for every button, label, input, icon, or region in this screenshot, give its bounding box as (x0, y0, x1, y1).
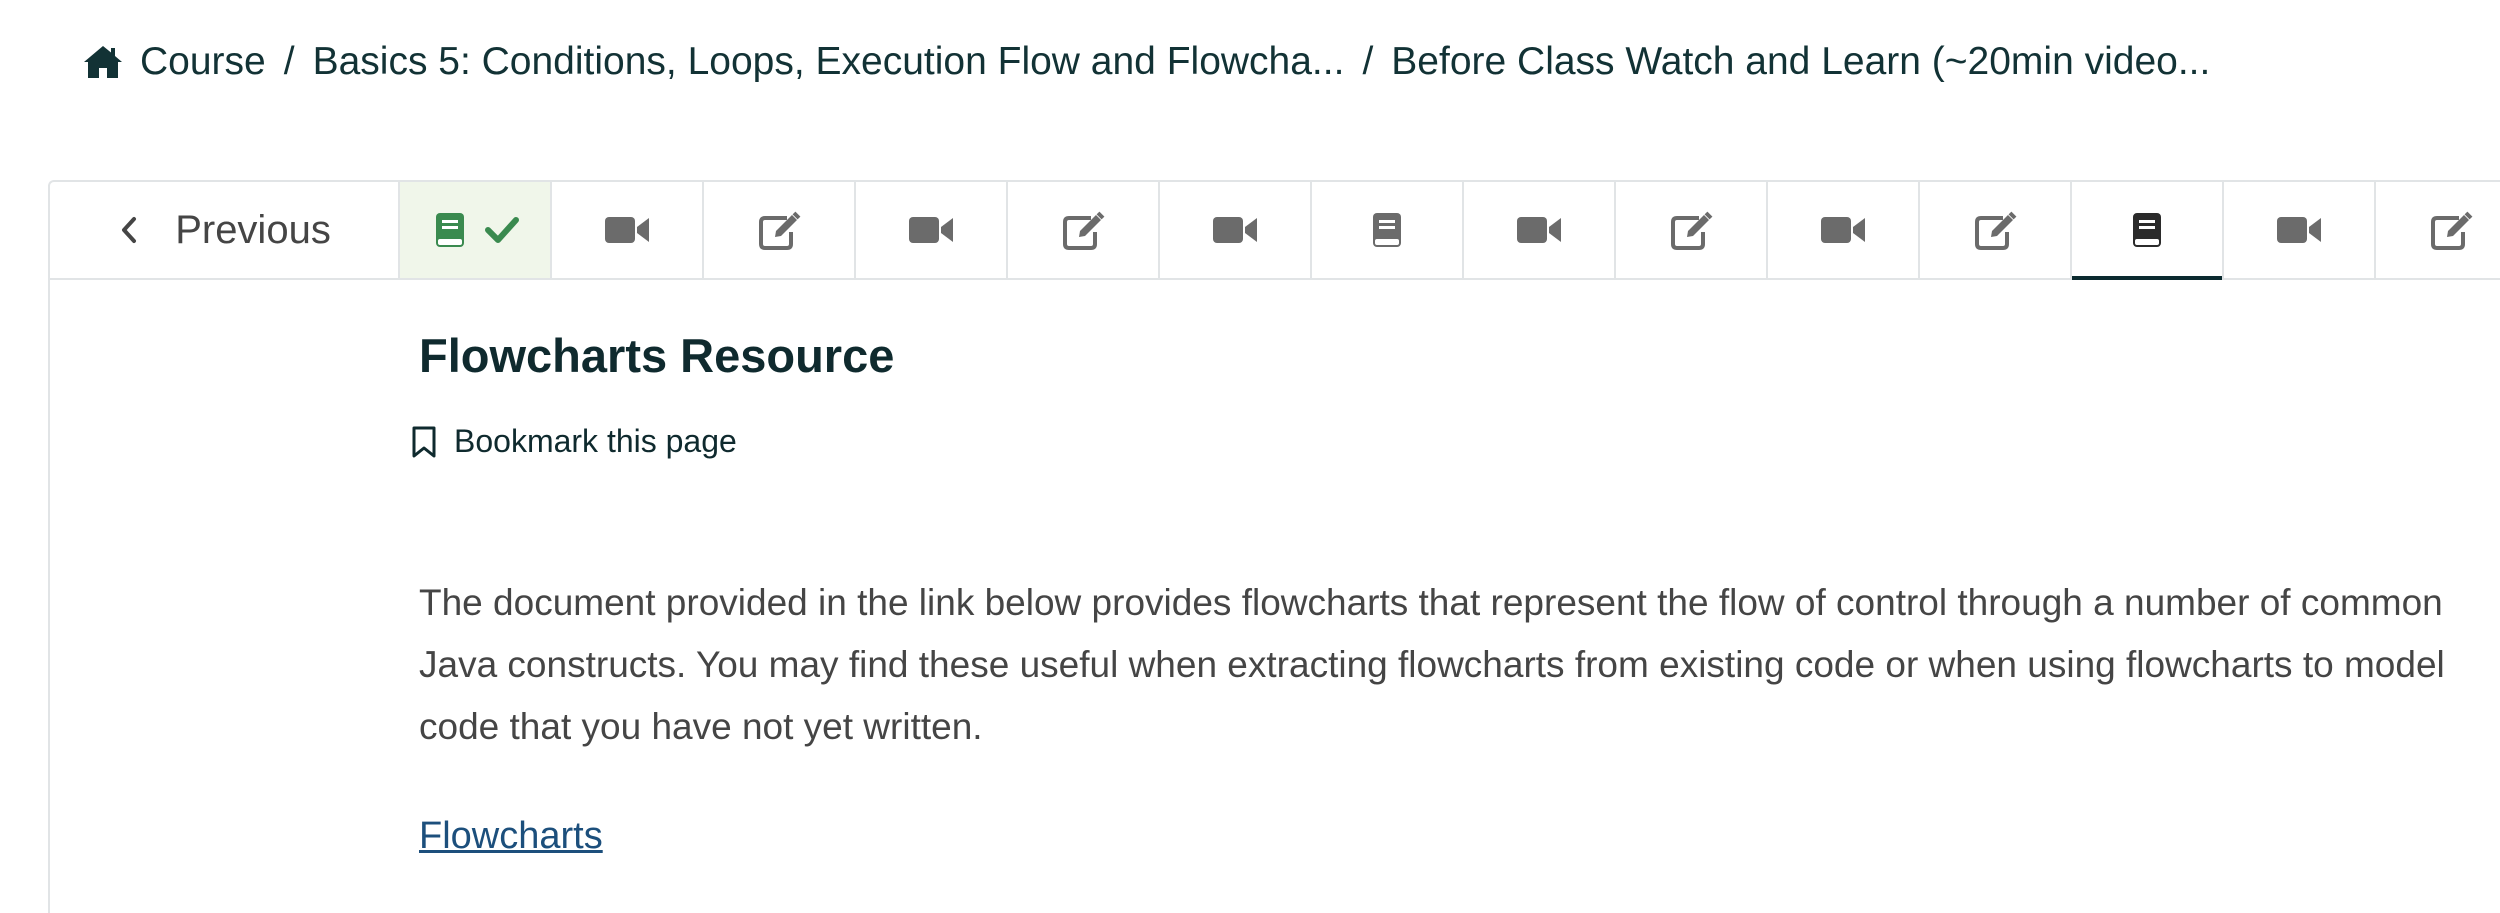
sequence-tab-12[interactable] (2072, 182, 2224, 280)
sequence-tabs (400, 182, 2500, 280)
sequence-tab-11[interactable] (1920, 182, 2072, 278)
page-title: Flowcharts Resource (419, 329, 895, 382)
sequence-tab-2[interactable] (552, 182, 704, 278)
sequence-tab-10[interactable] (1768, 182, 1920, 278)
bookmark-button[interactable]: Bookmark this page (410, 423, 737, 460)
edit-icon (1669, 210, 1713, 250)
unit-navigation: Previous (48, 180, 2500, 280)
breadcrumb: Course / Basics 5: Conditions, Loops, Ex… (82, 34, 2210, 90)
video-icon (2275, 212, 2323, 248)
bookmark-label: Bookmark this page (454, 423, 737, 459)
breadcrumb-separator: / (283, 40, 295, 83)
home-icon[interactable] (82, 43, 124, 81)
breadcrumb-separator: / (1362, 40, 1374, 83)
bookmark-icon (410, 425, 438, 459)
sequence-tab-4[interactable] (856, 182, 1008, 278)
body-paragraph: The document provided in the link below … (419, 582, 2445, 747)
book-icon (430, 210, 470, 250)
edit-icon (2429, 210, 2473, 250)
video-icon (603, 212, 651, 248)
video-icon (907, 212, 955, 248)
sequence-tab-14[interactable] (2376, 182, 2500, 278)
sequence-tab-6[interactable] (1160, 182, 1312, 278)
checkmark-icon (484, 215, 520, 245)
video-icon (1819, 212, 1867, 248)
sequence-tab-9[interactable] (1616, 182, 1768, 278)
previous-label: Previous (175, 207, 331, 252)
edit-icon (757, 210, 801, 250)
sequence-tab-3[interactable] (704, 182, 856, 278)
flowcharts-link[interactable]: Flowcharts (419, 815, 603, 858)
breadcrumb-subsection[interactable]: Before Class Watch and Learn (~20min vid… (1391, 40, 2210, 84)
edit-icon (1061, 210, 1105, 250)
content-border (48, 280, 50, 913)
video-icon (1211, 212, 1259, 248)
chevron-left-icon (117, 215, 141, 245)
book-icon (1367, 210, 1407, 250)
video-icon (1515, 212, 1563, 248)
sequence-tab-5[interactable] (1008, 182, 1160, 278)
previous-button[interactable]: Previous (50, 182, 400, 278)
sequence-tab-7[interactable] (1312, 182, 1464, 278)
sequence-tab-13[interactable] (2224, 182, 2376, 278)
breadcrumb-course[interactable]: Course (140, 40, 266, 84)
edit-icon (1973, 210, 2017, 250)
sequence-tab-1[interactable] (400, 182, 552, 278)
breadcrumb-section[interactable]: Basics 5: Conditions, Loops, Execution F… (313, 40, 1345, 84)
book-icon (2127, 210, 2167, 250)
sequence-tab-8[interactable] (1464, 182, 1616, 278)
